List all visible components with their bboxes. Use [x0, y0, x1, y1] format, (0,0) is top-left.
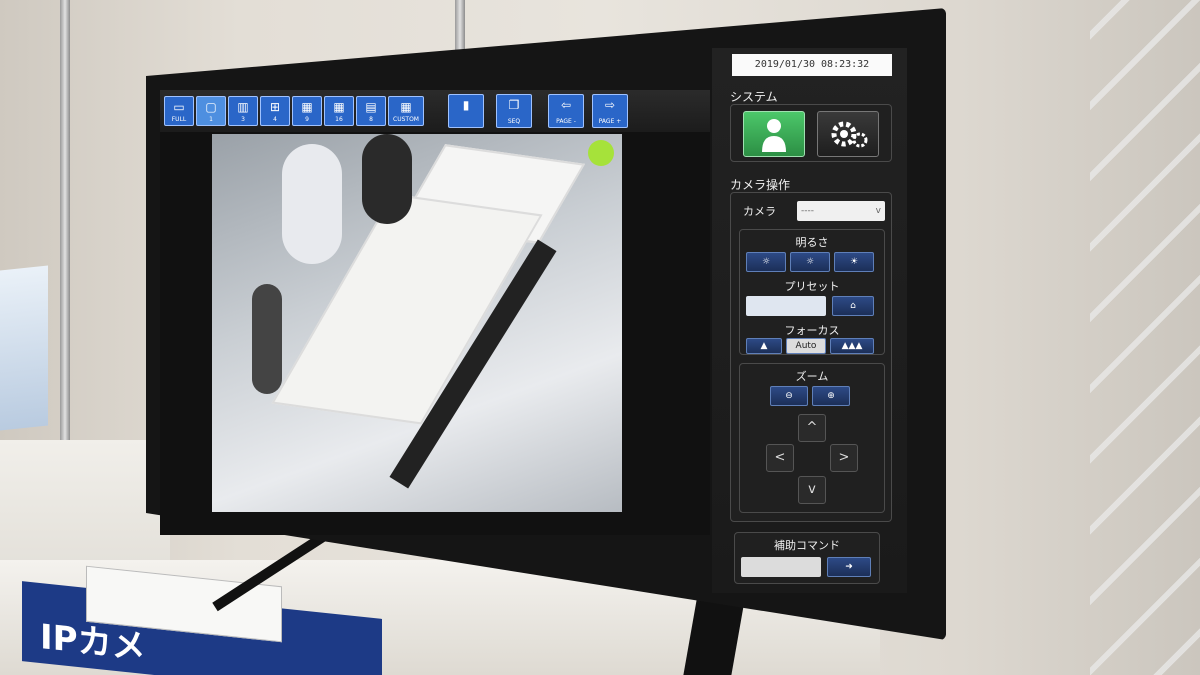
feed-person [252, 284, 282, 394]
layout-1-button[interactable]: ▢ 1 [196, 96, 226, 126]
chevron-down-icon: v [875, 206, 881, 216]
aux-command-label: 補助コマンド [774, 539, 840, 552]
feed-person [282, 144, 342, 264]
camera-select[interactable]: ---- v [797, 201, 885, 221]
layout-16-button[interactable]: ▦ 16 [324, 96, 354, 126]
layout-3-button[interactable]: ▥ 3 [228, 96, 258, 126]
send-arrow-icon: ➜ [845, 562, 853, 572]
arrow-left-icon: ⇦ [560, 98, 572, 112]
layout-full-button[interactable]: ▭ FULL [164, 96, 194, 126]
brightness-label: 明るさ [795, 236, 829, 249]
layout-4-button[interactable]: ⊞ 4 [260, 96, 290, 126]
aux-command-frame: 補助コマンド ➜ [734, 532, 880, 584]
grid-8-icon: ▤ [365, 100, 377, 114]
single-camera-button[interactable]: ▮ [448, 94, 484, 128]
sun-bright-icon: ☀ [849, 257, 859, 267]
zoom-label: ズーム [795, 370, 829, 383]
user-icon [762, 119, 786, 152]
pan-right-button[interactable]: > [830, 444, 858, 472]
grid-9-icon: ▦ [301, 100, 313, 114]
preset-home-button[interactable]: ⌂ [832, 296, 874, 316]
zoom-out-icon: ⊖ [785, 391, 793, 401]
aux-command-select[interactable] [741, 557, 821, 577]
zoom-frame: ズーム ⊖ ⊕ ^ < > v [739, 363, 885, 513]
brightness-down-button[interactable]: ☼ [746, 252, 786, 272]
settings-button[interactable] [817, 111, 879, 157]
status-indicator [588, 140, 614, 166]
layout-9-button[interactable]: ▦ 9 [292, 96, 322, 126]
pan-up-button[interactable]: ^ [798, 414, 826, 442]
grid-4-icon: ⊞ [269, 100, 281, 114]
zoom-in-icon: ⊕ [827, 391, 835, 401]
monitor-screen: ▭ FULL ▢ 1 ▥ 3 ⊞ 4 ▦ 9 ▦ 16 ▤ 8 ▦ CUSTOM [160, 90, 710, 535]
layout-custom-button[interactable]: ▦ CUSTOM [388, 96, 424, 126]
page-prev-button[interactable]: ⇦ PAGE - [548, 94, 584, 128]
camera-ops-frame: カメラ ---- v 明るさ ☼ ☼ ☀ プリセット ⌂ フォーカス ▲ Aut… [730, 192, 892, 522]
system-title: システム [730, 90, 778, 104]
zoom-in-button[interactable]: ⊕ [812, 386, 850, 406]
aux-command-send-button[interactable]: ➜ [827, 557, 871, 577]
grid-custom-icon: ▦ [400, 100, 412, 114]
truss [1090, 0, 1200, 675]
grid-1-icon: ▢ [205, 100, 217, 114]
pan-down-button[interactable]: v [798, 476, 826, 504]
datetime-display: 2019/01/30 08:23:32 [732, 54, 892, 76]
brightness-reset-button[interactable]: ☼ [790, 252, 830, 272]
page-next-button[interactable]: ⇨ PAGE + [592, 94, 628, 128]
preset-select[interactable] [746, 296, 826, 316]
brochure [0, 265, 48, 431]
sequence-icon: ❐ [508, 98, 520, 112]
chevron-up-icon: ^ [806, 420, 818, 435]
sun-dim-icon: ☼ [761, 257, 771, 267]
grid-16-icon: ▦ [333, 100, 345, 114]
home-icon: ⌂ [850, 301, 856, 311]
focus-auto-button[interactable]: Auto [786, 338, 826, 354]
focus-label: フォーカス [784, 324, 840, 337]
camera-adjust-frame: 明るさ ☼ ☼ ☀ プリセット ⌂ フォーカス ▲ Auto ▲▲▲ [739, 229, 885, 355]
camera-ops-title: カメラ操作 [730, 178, 791, 192]
chevron-down-icon: v [808, 482, 816, 497]
focus-near-button[interactable]: ▲ [746, 338, 782, 354]
sun-icon: ☼ [805, 257, 815, 267]
zoom-out-button[interactable]: ⊖ [770, 386, 808, 406]
brightness-up-button[interactable]: ☀ [834, 252, 874, 272]
chevron-left-icon: < [774, 450, 786, 465]
arrow-right-icon: ⇨ [604, 98, 616, 112]
camera-feed[interactable] [212, 134, 622, 512]
control-panel: 2019/01/30 08:23:32 システム カメラ操作 カメラ ---- … [712, 48, 907, 593]
focus-near-icon: ▲ [760, 341, 768, 351]
gear-icon [831, 121, 868, 148]
system-frame [730, 104, 892, 162]
feed-person [362, 134, 412, 224]
full-screen-icon: ▭ [173, 100, 185, 114]
user-button[interactable] [743, 111, 805, 157]
chevron-right-icon: > [838, 450, 850, 465]
sequence-button[interactable]: ❐ SEQ [496, 94, 532, 128]
layout-toolbar: ▭ FULL ▢ 1 ▥ 3 ⊞ 4 ▦ 9 ▦ 16 ▤ 8 ▦ CUSTOM [160, 90, 710, 132]
preset-label: プリセット [784, 280, 840, 293]
layout-8-button[interactable]: ▤ 8 [356, 96, 386, 126]
focus-far-button[interactable]: ▲▲▲ [830, 338, 874, 354]
pan-left-button[interactable]: < [766, 444, 794, 472]
grid-3-icon: ▥ [237, 100, 249, 114]
focus-far-icon: ▲▲▲ [841, 341, 863, 351]
person-icon: ▮ [462, 98, 470, 112]
camera-label: カメラ [743, 205, 776, 218]
